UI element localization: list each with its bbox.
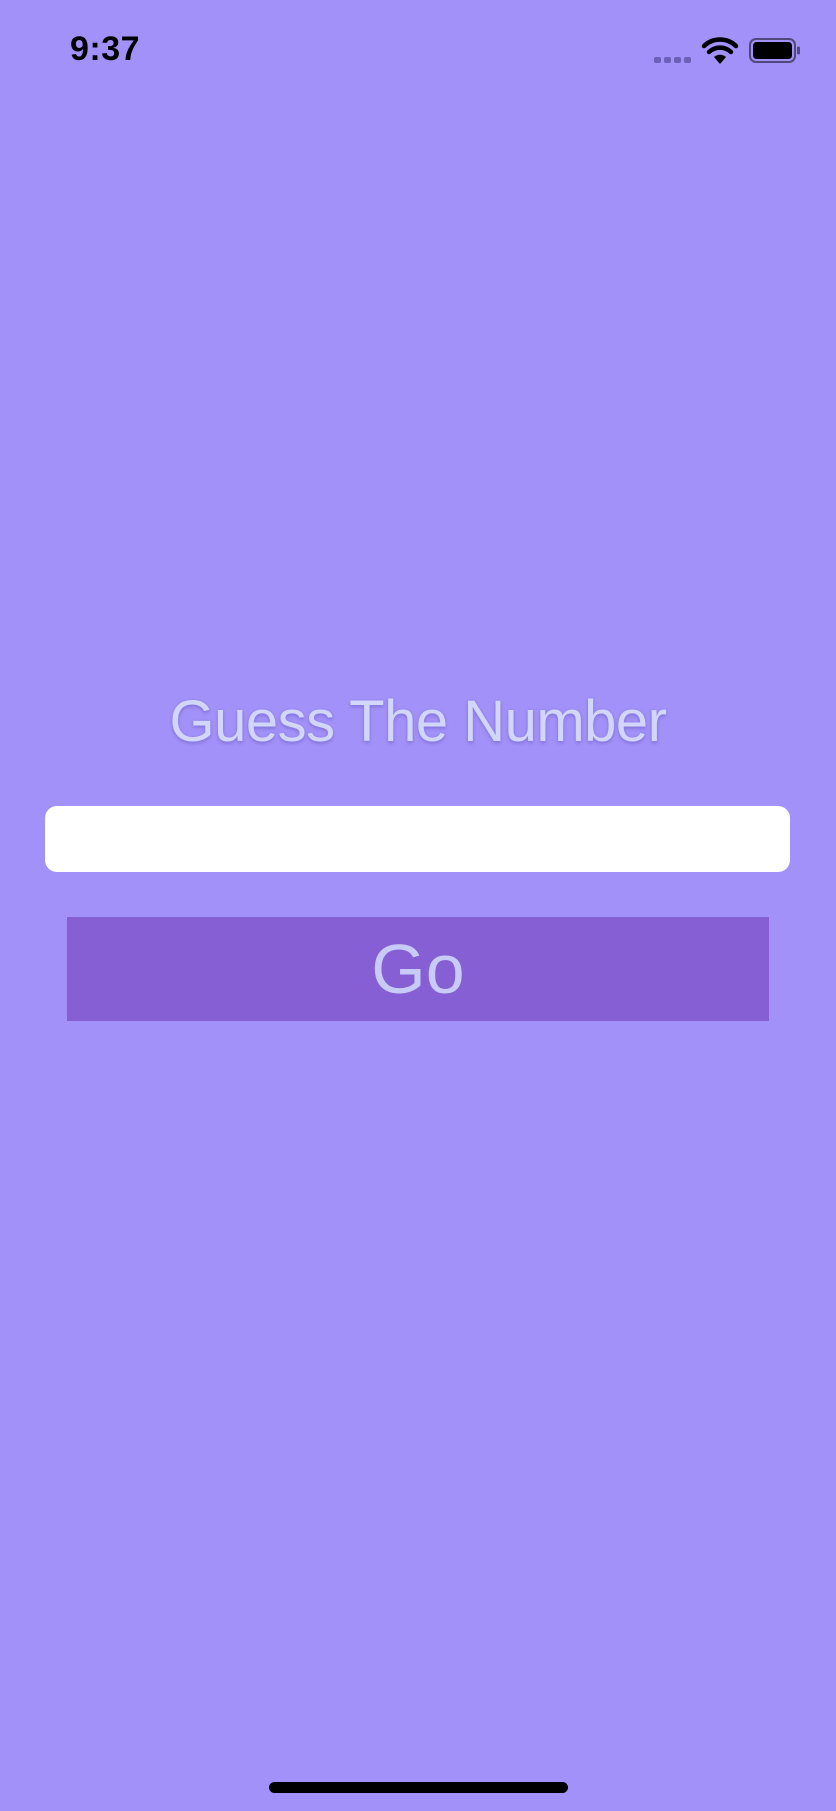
go-button[interactable]: Go: [67, 917, 769, 1021]
guess-number-input[interactable]: [45, 806, 790, 872]
wifi-icon: [701, 37, 739, 64]
battery-icon: [749, 38, 800, 63]
cellular-signal-icon: [654, 57, 691, 63]
status-bar: 9:37: [0, 0, 836, 100]
status-time: 9:37: [70, 30, 141, 68]
home-indicator[interactable]: [269, 1782, 568, 1793]
game-title: Guess The Number: [169, 689, 667, 754]
